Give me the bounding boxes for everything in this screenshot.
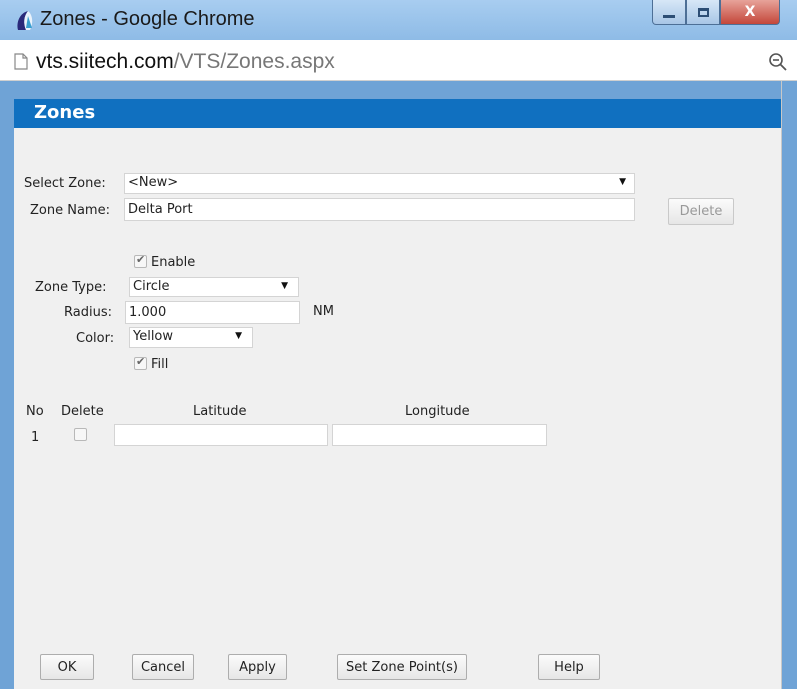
- page-icon: [14, 53, 28, 70]
- zone-type-label: Zone Type:: [35, 280, 107, 295]
- url-path: /VTS/Zones.aspx: [173, 50, 335, 73]
- frame-top-strip: [14, 81, 781, 99]
- color-dropdown[interactable]: Yellow ▼: [129, 327, 253, 348]
- chevron-down-icon: ▼: [619, 177, 626, 187]
- column-header-delete: Delete: [61, 404, 104, 419]
- frame-right: [782, 81, 797, 689]
- zone-name-value: Delta Port: [128, 202, 193, 217]
- longitude-input[interactable]: [332, 424, 547, 446]
- chrome-app-icon: [17, 11, 33, 30]
- select-zone-label: Select Zone:: [24, 176, 106, 191]
- zone-name-input[interactable]: Delta Port: [124, 198, 635, 221]
- page-header: Zones: [14, 99, 781, 128]
- radius-input[interactable]: 1.000: [125, 301, 300, 324]
- minimize-button[interactable]: [652, 0, 686, 25]
- column-header-no: No: [26, 404, 44, 419]
- latitude-input[interactable]: [114, 424, 328, 446]
- window-title: Zones - Google Chrome: [40, 8, 255, 30]
- help-button[interactable]: Help: [538, 654, 600, 680]
- zone-type-dropdown[interactable]: Circle ▼: [129, 277, 299, 297]
- minimize-icon: [663, 14, 675, 18]
- color-value: Yellow: [133, 329, 174, 344]
- row-delete-checkbox[interactable]: [74, 428, 87, 441]
- maximize-button[interactable]: [686, 0, 720, 25]
- zoom-out-icon[interactable]: [768, 52, 788, 72]
- chevron-down-icon: ▼: [235, 331, 242, 341]
- select-zone-value: <New>: [128, 175, 179, 190]
- maximize-icon: [697, 7, 709, 17]
- fill-label: Fill: [151, 357, 169, 372]
- radius-unit: NM: [313, 304, 334, 319]
- chevron-down-icon: ▼: [281, 281, 288, 291]
- page-title: Zones: [34, 102, 96, 123]
- cancel-button[interactable]: Cancel: [132, 654, 194, 680]
- zone-name-label: Zone Name:: [30, 203, 110, 218]
- frame-left: [0, 81, 14, 689]
- select-zone-dropdown[interactable]: <New> ▼: [124, 173, 635, 194]
- ok-button[interactable]: OK: [40, 654, 94, 680]
- apply-button[interactable]: Apply: [228, 654, 287, 680]
- fill-checkbox[interactable]: [134, 355, 147, 370]
- close-icon: X: [744, 4, 756, 20]
- row-number: 1: [31, 430, 40, 445]
- column-header-latitude: Latitude: [193, 404, 247, 419]
- browser-window: Zones - Google Chrome X vts.siitech.com/…: [0, 0, 797, 689]
- url-text[interactable]: vts.siitech.com/VTS/Zones.aspx: [36, 50, 335, 74]
- enable-label: Enable: [151, 255, 196, 270]
- radius-label: Radius:: [64, 305, 112, 320]
- url-domain: vts.siitech.com: [36, 50, 174, 73]
- radius-value: 1.000: [129, 305, 167, 320]
- column-header-longitude: Longitude: [405, 404, 470, 419]
- zone-type-value: Circle: [133, 279, 170, 294]
- set-zone-points-button[interactable]: Set Zone Point(s): [337, 654, 467, 680]
- color-label: Color:: [76, 331, 115, 346]
- enable-checkbox[interactable]: [134, 253, 147, 268]
- close-button[interactable]: X: [720, 0, 780, 25]
- delete-button[interactable]: Delete: [668, 198, 734, 225]
- title-bar[interactable]: Zones - Google Chrome X: [0, 0, 797, 40]
